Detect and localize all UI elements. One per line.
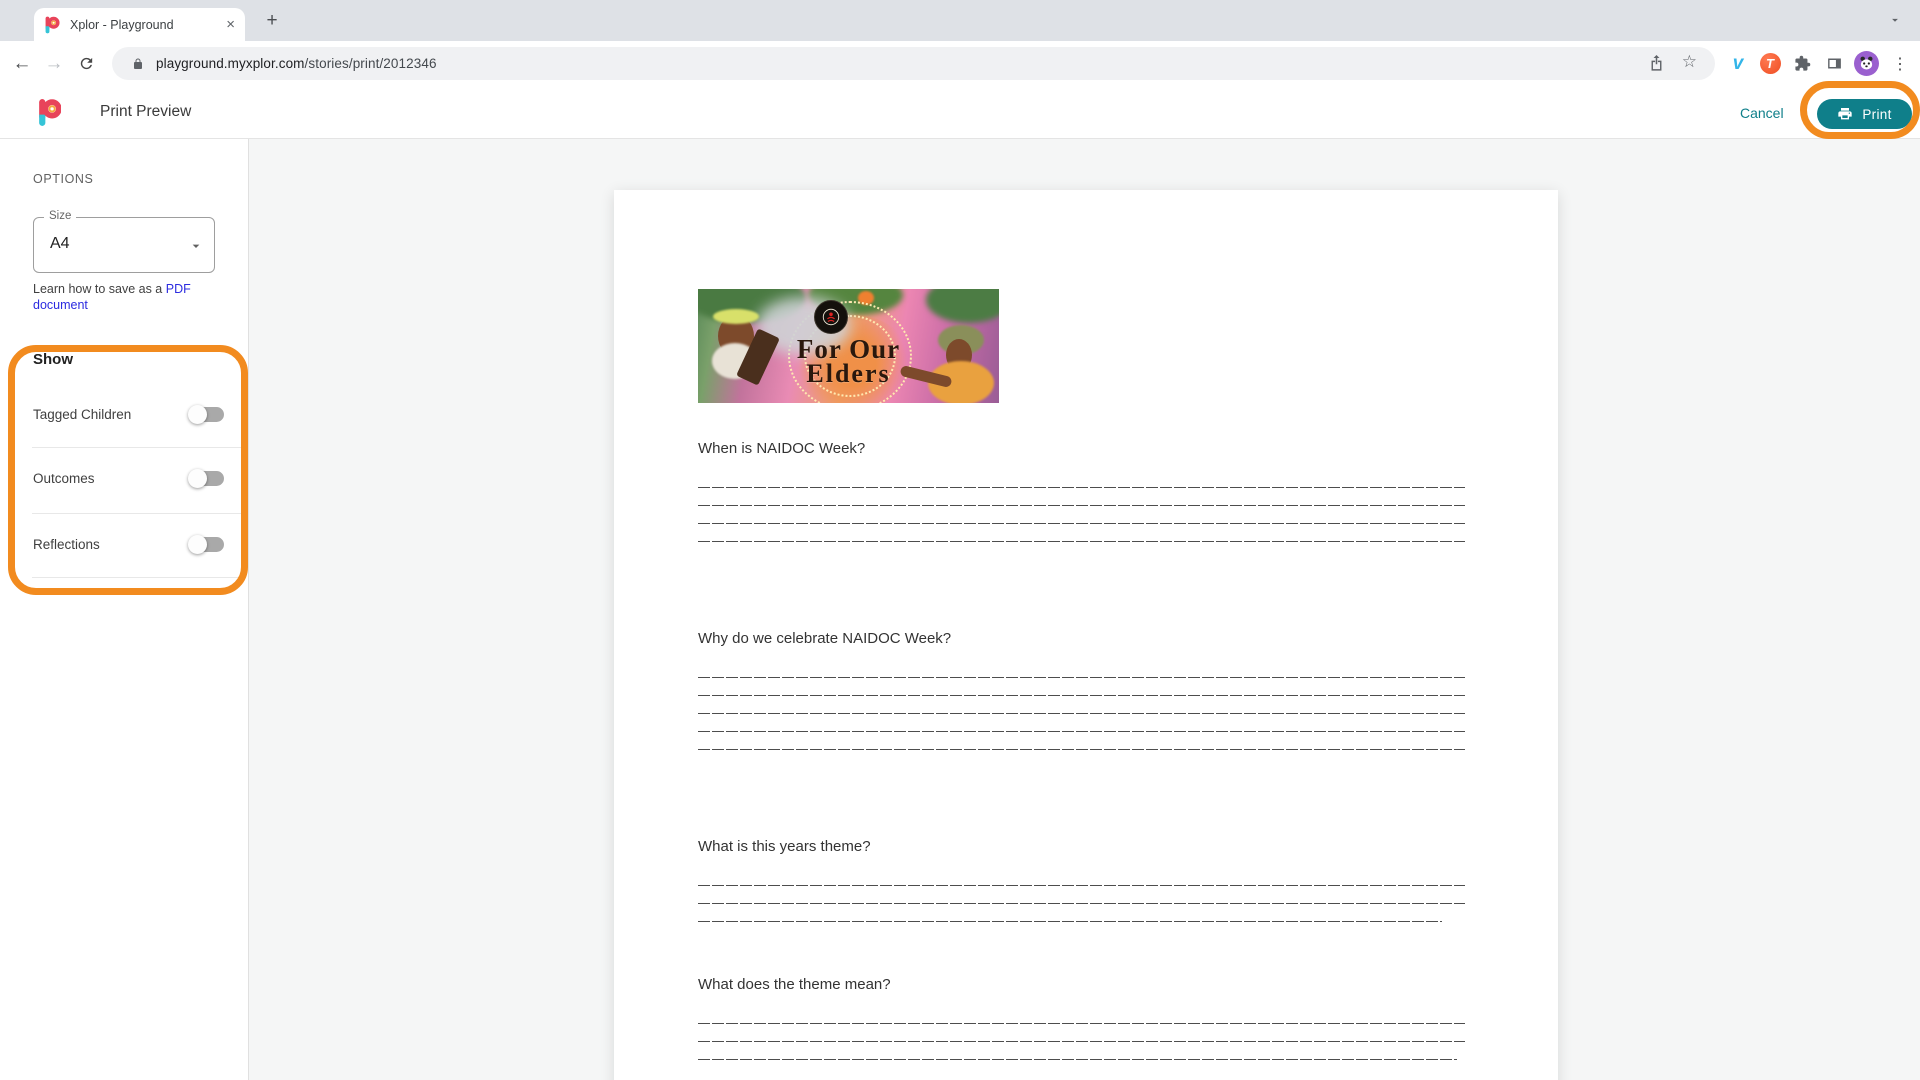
toggle-row-reflections: Reflections — [0, 528, 249, 562]
printer-icon — [1838, 108, 1853, 120]
question-text: When is NAIDOC Week? — [698, 440, 866, 457]
preview-area: For Our Elders When is NAIDOC Week? Why d… — [249, 139, 1920, 1080]
question-text: What is this years theme? — [698, 838, 871, 855]
back-button[interactable]: ← — [6, 41, 38, 86]
toggle-label-tagged-children: Tagged Children — [33, 407, 132, 422]
naidoc-committee-logo-icon — [814, 300, 848, 334]
question-text: What does the theme mean? — [698, 976, 891, 993]
pdf-hint-text: Learn how to save as a PDF document — [33, 282, 191, 312]
answer-line — [698, 506, 1465, 524]
tab-title: Xplor - Playground — [70, 17, 174, 32]
answer-line — [698, 660, 1465, 678]
document-page: For Our Elders When is NAIDOC Week? Why d… — [614, 190, 1558, 1080]
cancel-button[interactable]: Cancel — [1740, 105, 1784, 121]
lock-icon[interactable] — [132, 57, 144, 71]
toggle-row-outcomes: Outcomes — [0, 462, 249, 496]
answer-line — [698, 904, 1442, 922]
options-sidebar: OPTIONS Size A4 Learn how to save as a P… — [0, 139, 249, 1080]
answer-line — [698, 1042, 1458, 1060]
naidoc-banner-image: For Our Elders — [698, 289, 999, 403]
t-extension-icon[interactable]: T — [1755, 41, 1785, 86]
toggle-label-outcomes: Outcomes — [33, 471, 95, 486]
bookmark-star-icon[interactable]: ☆ — [1682, 52, 1697, 72]
url-domain: playground.myxplor.com — [156, 56, 305, 71]
question-section: When is NAIDOC Week? — [698, 440, 1465, 542]
show-section-heading: Show — [33, 351, 73, 368]
answer-line — [698, 1024, 1465, 1042]
question-section: What is this years theme? — [698, 838, 1465, 922]
size-select-label: Size — [44, 210, 77, 222]
size-select[interactable]: Size A4 — [33, 210, 215, 273]
panda-avatar-icon — [1853, 51, 1879, 76]
answer-line — [698, 714, 1465, 732]
toggle-divider — [32, 447, 243, 448]
app-root: Xplor - Playground × + ← → playground.my… — [0, 0, 1920, 1080]
size-select-value: A4 — [50, 235, 70, 252]
answer-line — [698, 868, 1465, 886]
vimeo-extension-icon[interactable]: v — [1723, 41, 1753, 86]
tab-close-icon[interactable]: × — [226, 17, 235, 32]
question-text: Why do we celebrate NAIDOC Week? — [698, 630, 952, 647]
toggle-label-reflections: Reflections — [33, 537, 100, 552]
print-button[interactable]: Print — [1817, 99, 1912, 129]
answer-line — [698, 470, 1465, 488]
toggle-switch-reflections-off[interactable] — [188, 535, 226, 554]
app-header: Print Preview Cancel Print — [0, 81, 1920, 139]
page-title: Print Preview — [100, 103, 192, 120]
extensions-puzzle-icon[interactable] — [1787, 41, 1817, 86]
answer-line — [698, 696, 1465, 714]
answer-line — [698, 488, 1465, 506]
banner-title: For Our Elders — [796, 334, 901, 388]
side-panel-icon[interactable] — [1819, 41, 1849, 86]
answer-line — [698, 678, 1465, 696]
forward-button[interactable]: → — [38, 41, 70, 86]
toggle-divider — [32, 513, 243, 514]
profile-avatar[interactable] — [1851, 41, 1881, 86]
xplor-logo — [39, 99, 61, 126]
print-button-label: Print — [1862, 106, 1892, 122]
toggle-row-tagged-children: Tagged Children — [0, 398, 249, 432]
answer-line — [698, 886, 1465, 904]
question-section: Why do we celebrate NAIDOC Week? — [698, 630, 1465, 750]
url-path: /stories/print/2012346 — [304, 56, 437, 71]
address-bar[interactable]: playground.myxplor.com/stories/print/201… — [112, 47, 1715, 80]
url-text[interactable]: playground.myxplor.com/stories/print/201… — [156, 56, 437, 71]
share-icon[interactable] — [1648, 54, 1665, 78]
options-section-label: OPTIONS — [33, 172, 94, 186]
browser-toolbar: ← → playground.myxplor.com/stories/print… — [0, 41, 1920, 86]
question-section: What does the theme mean? — [698, 976, 1465, 1060]
browser-menu-icon[interactable]: ⋮ — [1885, 41, 1915, 86]
xplor-favicon-icon — [45, 16, 60, 33]
refresh-button[interactable] — [70, 41, 102, 86]
toggle-switch-outcomes-off[interactable] — [188, 469, 226, 488]
toggle-divider — [32, 577, 243, 578]
select-caret-icon — [192, 244, 200, 248]
toggle-switch-tagged-children-off[interactable] — [188, 405, 226, 424]
new-tab-button[interactable]: + — [260, 9, 284, 33]
browser-tab-active[interactable]: Xplor - Playground × — [34, 8, 245, 41]
tab-list-chevron-icon[interactable] — [1888, 13, 1902, 27]
answer-line — [698, 524, 1465, 542]
browser-tab-strip: Xplor - Playground × + — [0, 0, 1920, 41]
answer-line — [698, 732, 1465, 750]
answer-line — [698, 1006, 1465, 1024]
